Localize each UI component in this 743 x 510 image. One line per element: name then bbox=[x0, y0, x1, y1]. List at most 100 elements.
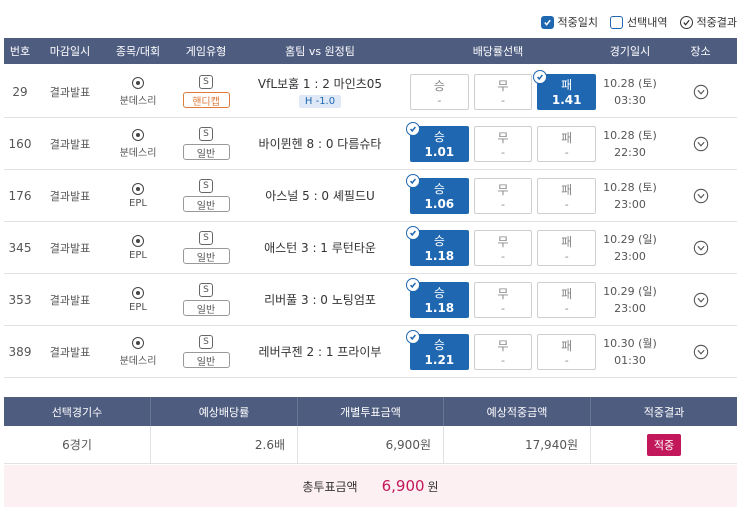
odds-button-lose[interactable]: 패 - bbox=[537, 281, 597, 318]
handicap-badge: H -1.0 bbox=[298, 95, 342, 108]
odds-label: 승 bbox=[433, 286, 445, 300]
location-pin-icon[interactable] bbox=[693, 187, 709, 205]
match-score: 바이뮌헨 8 : 0 다름슈타 bbox=[258, 137, 382, 151]
table-row: 389 결과발표 분데스리 S 일반 레버쿠젠 2 : 1 프라이부 승 1.2… bbox=[4, 326, 737, 378]
odds-cell: 승 1.01 무 - 패 - bbox=[400, 121, 597, 162]
match-datetime: 10.28 (토) 23:00 bbox=[596, 179, 664, 213]
odds-label: 무 bbox=[497, 130, 509, 145]
league-cell: EPL bbox=[104, 286, 172, 313]
odds-label: 승 bbox=[433, 234, 445, 248]
odds-label: 무 bbox=[497, 182, 509, 197]
match-date: 10.29 (일) bbox=[603, 284, 657, 298]
game-s-icon: S bbox=[199, 127, 213, 141]
match-time: 01:30 bbox=[614, 353, 646, 367]
league-cell: 분데스리 bbox=[104, 128, 172, 159]
col-no: 번호 bbox=[9, 45, 31, 58]
game-type-cell: S 일반 bbox=[172, 335, 240, 368]
col-date: 경기일시 bbox=[609, 45, 651, 58]
match-score: 리버풀 3 : 0 노팅엄포 bbox=[264, 293, 376, 307]
odds-button-win[interactable]: 승 1.06 bbox=[406, 173, 469, 214]
location-pin-icon[interactable] bbox=[693, 291, 709, 309]
legend-label: 적중결과 bbox=[696, 16, 737, 29]
odds-button-draw[interactable]: 무 - bbox=[473, 177, 533, 214]
summary-result-cell: 적중 bbox=[591, 426, 737, 463]
odds-value: - bbox=[501, 197, 505, 211]
odds-value: 1.21 bbox=[424, 353, 455, 367]
odds-value: - bbox=[564, 301, 569, 315]
odds-cell: 승 1.18 무 - 패 - bbox=[400, 225, 597, 266]
match-time: 03:30 bbox=[614, 93, 646, 107]
game-s-icon: S bbox=[199, 75, 213, 89]
deadline: 결과발표 bbox=[49, 85, 91, 99]
deadline: 결과발표 bbox=[49, 189, 91, 203]
location-pin-icon[interactable] bbox=[693, 83, 709, 101]
summary-games: 6경기 bbox=[4, 426, 151, 463]
legend-match: 적중일치 bbox=[540, 14, 598, 30]
game-type-tag: 일반 bbox=[182, 248, 230, 264]
odds-value: 1.01 bbox=[424, 145, 455, 159]
match-score: VfL보훔 1 : 2 마인츠05 bbox=[257, 77, 383, 91]
odds-button-lose[interactable]: 패 1.41 bbox=[533, 69, 597, 110]
soccer-ball-icon bbox=[132, 286, 144, 299]
location-pin-icon[interactable] bbox=[693, 135, 709, 153]
match-date: 10.28 (토) bbox=[603, 76, 657, 90]
odds-button-win[interactable]: 승 1.18 bbox=[406, 277, 469, 318]
match-score: 아스널 5 : 0 셰필드U bbox=[265, 189, 375, 203]
odds-button-draw[interactable]: 무 - bbox=[473, 229, 533, 266]
odds-label: 승 bbox=[433, 130, 445, 144]
league-name: 분데스리 bbox=[119, 355, 157, 367]
summary-col-games: 선택경기수 bbox=[4, 397, 151, 426]
col-type: 게임유형 bbox=[185, 45, 227, 58]
game-type-tag: 일반 bbox=[182, 352, 230, 368]
odds-button-draw[interactable]: 무 - bbox=[473, 73, 533, 110]
game-number: 345 bbox=[8, 240, 32, 255]
odds-button-draw[interactable]: 무 - bbox=[473, 125, 533, 162]
summary-col-expected: 예상적중금액 bbox=[444, 397, 591, 426]
odds-value: - bbox=[564, 145, 569, 159]
odds-button-win[interactable]: 승 1.18 bbox=[406, 225, 469, 266]
league-cell: 분데스리 bbox=[104, 76, 172, 107]
game-number: 389 bbox=[8, 344, 32, 359]
odds-label: 무 bbox=[497, 234, 509, 249]
summary-odds: 2.6배 bbox=[151, 426, 298, 463]
odds-button-draw[interactable]: 무 - bbox=[473, 333, 533, 370]
match-date: 10.28 (토) bbox=[603, 128, 657, 142]
odds-label: 승 bbox=[433, 78, 445, 93]
league-name: EPL bbox=[129, 249, 147, 261]
odds-button-win[interactable]: 승 1.21 bbox=[406, 329, 469, 370]
match-datetime: 10.29 (일) 23:00 bbox=[596, 283, 664, 317]
location-pin-icon[interactable] bbox=[693, 343, 709, 361]
odds-button-lose[interactable]: 패 - bbox=[537, 177, 597, 214]
legend-selection: 선택내역 bbox=[610, 14, 668, 30]
league-name: EPL bbox=[129, 197, 147, 209]
odds-cell: 승 1.21 무 - 패 - bbox=[400, 329, 597, 370]
game-type-cell: S 일반 bbox=[172, 179, 240, 212]
check-icon bbox=[406, 225, 420, 240]
game-type-tag: 일반 bbox=[182, 300, 230, 316]
soccer-ball-icon bbox=[132, 182, 144, 195]
match-cell: 리버풀 3 : 0 노팅엄포 bbox=[240, 291, 400, 308]
odds-button-lose[interactable]: 패 - bbox=[537, 333, 597, 370]
game-s-icon: S bbox=[199, 335, 213, 349]
check-icon bbox=[533, 69, 548, 84]
odds-value: - bbox=[437, 93, 442, 107]
odds-button-draw[interactable]: 무 - bbox=[473, 281, 533, 318]
odds-value: - bbox=[501, 145, 505, 159]
odds-button-lose[interactable]: 패 - bbox=[537, 125, 597, 162]
game-s-icon: S bbox=[199, 179, 213, 193]
odds-button-win[interactable]: 승 1.01 bbox=[406, 121, 469, 162]
odds-value: 1.18 bbox=[424, 301, 455, 315]
deadline: 결과발표 bbox=[49, 241, 91, 255]
summary-col-odds: 예상배당률 bbox=[151, 397, 298, 426]
game-number: 29 bbox=[12, 84, 28, 99]
odds-button-lose[interactable]: 패 - bbox=[537, 229, 597, 266]
odds-value: - bbox=[501, 249, 505, 263]
summary-row: 6경기 2.6배 6,900원 17,940원 적중 bbox=[4, 426, 737, 464]
odds-button-win[interactable]: 승 - bbox=[410, 73, 469, 110]
match-date: 10.29 (일) bbox=[603, 232, 657, 246]
match-cell: 애스턴 3 : 1 루턴타운 bbox=[240, 239, 400, 256]
match-score: 애스턴 3 : 1 루턴타운 bbox=[264, 241, 376, 255]
soccer-ball-icon bbox=[132, 234, 144, 247]
location-pin-icon[interactable] bbox=[693, 239, 709, 257]
odds-value: - bbox=[564, 197, 569, 211]
